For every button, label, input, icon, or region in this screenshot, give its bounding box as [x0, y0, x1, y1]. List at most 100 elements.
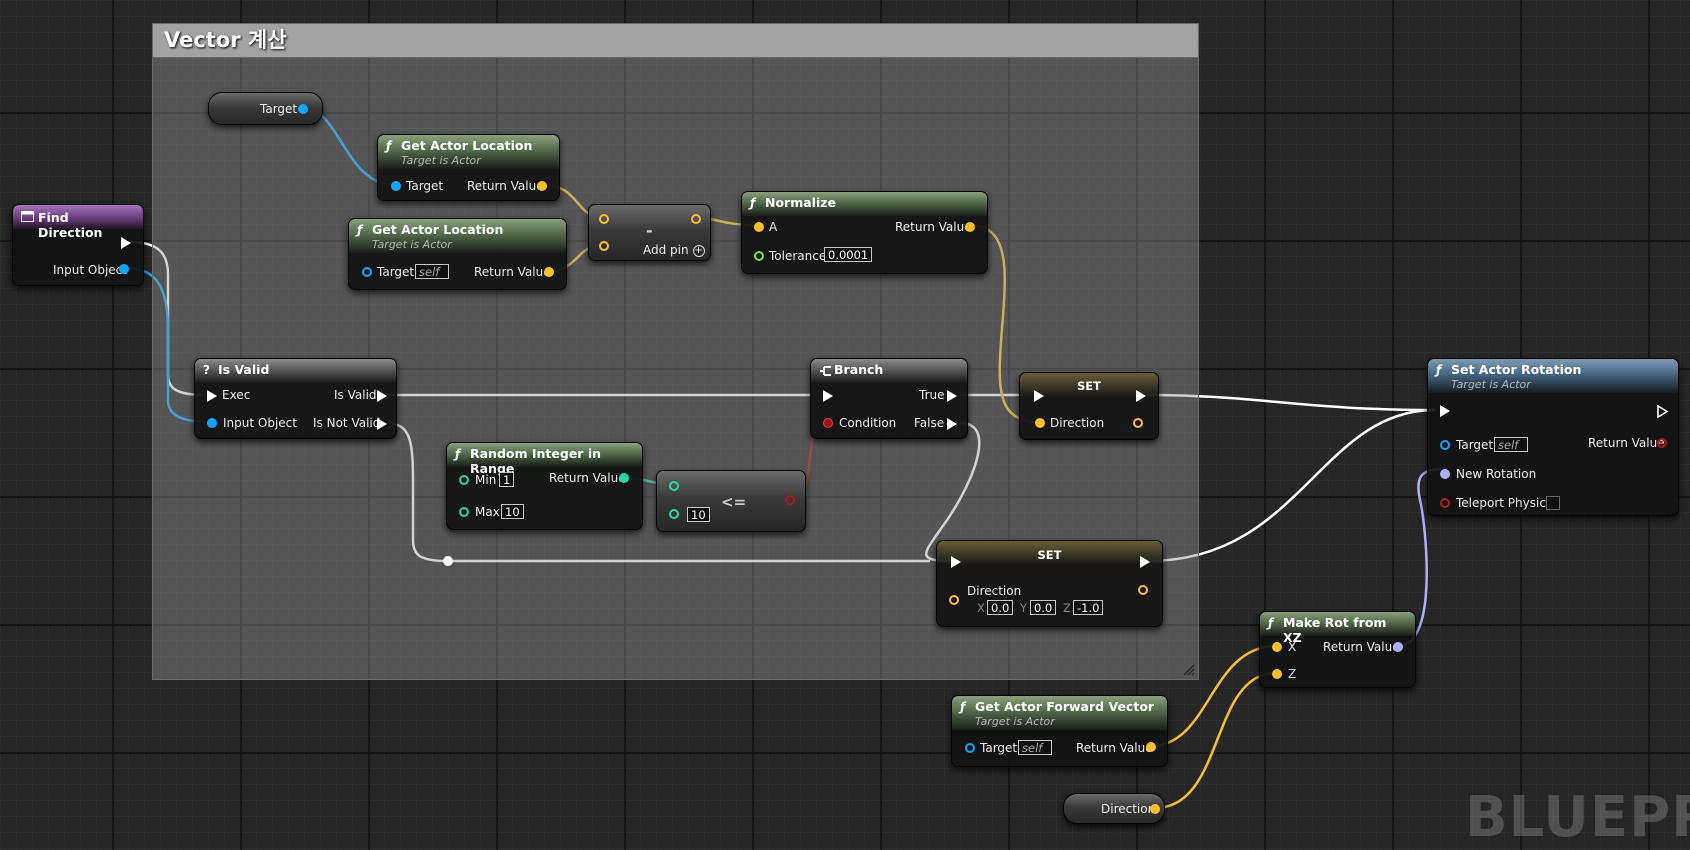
node-title: Branch: [834, 362, 884, 377]
node-less-equal[interactable]: 10 <=: [656, 470, 806, 532]
node-subtitle: Target is Actor: [401, 154, 481, 167]
less-equal-symbol: <=: [721, 493, 747, 511]
direction-out-pin[interactable]: [1138, 585, 1148, 595]
return-value-pin[interactable]: [537, 181, 547, 191]
return-value-pin[interactable]: [1393, 642, 1403, 652]
exec-out-pin[interactable]: [121, 237, 131, 249]
function-entry-icon: [21, 211, 34, 222]
target-label: Target: [406, 179, 444, 193]
resize-handle-icon[interactable]: [1183, 664, 1195, 676]
condition-pin[interactable]: [823, 418, 833, 428]
node-direction-variable[interactable]: Direction: [1063, 793, 1165, 824]
return-value-pin[interactable]: [544, 267, 554, 277]
return-pin[interactable]: [691, 214, 701, 224]
return-pin[interactable]: [785, 495, 795, 505]
node-branch[interactable]: Branch True Condition False: [810, 358, 968, 439]
exec-in-pin[interactable]: [1034, 390, 1044, 402]
return-value-pin[interactable]: [1146, 742, 1156, 752]
b-pin[interactable]: [669, 509, 679, 519]
node-set-actor-rotation[interactable]: ƒ Set Actor Rotation Target is Actor Tar…: [1427, 358, 1679, 516]
exec-in-pin[interactable]: [207, 390, 217, 402]
target-pin[interactable]: [965, 743, 975, 753]
direction-out-pin[interactable]: [1133, 418, 1143, 428]
tolerance-field[interactable]: 0.0001: [824, 247, 873, 262]
new-rotation-pin[interactable]: [1440, 469, 1450, 479]
return-value-label: Return Value: [895, 220, 972, 234]
true-exec-pin[interactable]: [947, 390, 957, 402]
return-value-pin[interactable]: [619, 473, 629, 483]
exec-out-pin[interactable]: [1136, 390, 1146, 402]
node-subtract[interactable]: - Add pin +: [588, 204, 711, 261]
max-pin[interactable]: [459, 507, 469, 517]
target-pin[interactable]: [391, 181, 401, 191]
x-axis-label: X: [977, 601, 985, 615]
input-object-pin[interactable]: [119, 264, 129, 274]
direction-label: Direction: [967, 584, 1022, 598]
exec-in-pin[interactable]: [1440, 405, 1450, 417]
a-pin[interactable]: [599, 214, 609, 224]
b-pin[interactable]: [599, 241, 609, 251]
node-subtitle: Target is Actor: [372, 238, 452, 251]
node-get-actor-location-1[interactable]: ƒ Get Actor Location Target is Actor Tar…: [377, 134, 560, 201]
exec-out-pin[interactable]: [1657, 405, 1669, 418]
min-label: Min: [475, 473, 497, 487]
function-icon: ƒ: [1436, 363, 1442, 377]
b-field[interactable]: 10: [687, 507, 710, 522]
add-pin-button[interactable]: Add pin +: [643, 243, 705, 257]
input-object-pin[interactable]: [207, 418, 217, 428]
is-not-valid-exec-pin[interactable]: [377, 418, 387, 430]
a-pin[interactable]: [754, 222, 764, 232]
tolerance-label: Tolerance: [769, 249, 827, 263]
target-self-field[interactable]: self: [415, 264, 449, 279]
node-target-variable[interactable]: Target: [208, 92, 323, 125]
min-pin[interactable]: [459, 475, 469, 485]
question-icon: ?: [203, 363, 210, 377]
blueprint-watermark: BLUEPRI: [1465, 785, 1690, 850]
node-normalize[interactable]: ƒ Normalize A Return Value Tolerance 0.0…: [741, 191, 988, 274]
teleport-physics-pin[interactable]: [1440, 498, 1450, 508]
exec-out-pin[interactable]: [1140, 556, 1150, 568]
comment-title[interactable]: Vector 계산: [153, 24, 1198, 58]
return-value-label: Return Value: [1588, 436, 1665, 450]
node-get-actor-location-2[interactable]: ƒ Get Actor Location Target is Actor Tar…: [348, 218, 567, 290]
tolerance-pin[interactable]: [754, 251, 764, 261]
node-title: Get Actor Forward Vector: [975, 699, 1155, 714]
node-set-direction-1[interactable]: SET Direction: [1019, 372, 1159, 440]
node-find-direction[interactable]: Find Direction Input Object: [12, 204, 144, 286]
target-pin[interactable]: [1440, 440, 1450, 450]
x-pin[interactable]: [1272, 642, 1282, 652]
teleport-physics-checkbox[interactable]: [1546, 496, 1560, 510]
direction-in-pin[interactable]: [1035, 418, 1045, 428]
z-pin[interactable]: [1272, 669, 1282, 679]
false-label: False: [914, 416, 945, 430]
x-field[interactable]: 0.0: [987, 600, 1014, 615]
direction-in-pin[interactable]: [949, 595, 959, 605]
return-value-label: Return Value: [549, 471, 626, 485]
target-pin[interactable]: [362, 267, 372, 277]
return-value-pin[interactable]: [1657, 438, 1667, 448]
node-get-actor-forward-vector[interactable]: ƒ Get Actor Forward Vector Target is Act…: [951, 695, 1168, 767]
exec-in-pin[interactable]: [823, 390, 833, 402]
target-self-field[interactable]: self: [1494, 437, 1528, 452]
node-make-rot-from-xz[interactable]: ƒ Make Rot from XZ X Return Value Z: [1259, 611, 1416, 688]
return-value-pin[interactable]: [965, 222, 975, 232]
min-field[interactable]: 1: [499, 472, 515, 487]
direction-label: Direction: [1101, 802, 1156, 816]
target-self-field[interactable]: self: [1018, 740, 1052, 755]
node-is-valid[interactable]: ? Is Valid Exec Is Valid Input Object Is…: [194, 358, 397, 439]
target-label: Target: [1456, 438, 1494, 452]
exec-in-pin[interactable]: [951, 556, 961, 568]
is-not-valid-label: Is Not Valid: [313, 416, 381, 430]
y-field[interactable]: 0.0: [1030, 600, 1057, 615]
a-pin[interactable]: [669, 481, 679, 491]
node-set-direction-2[interactable]: SET Direction X 0.0 Y 0.0 Z -1.0: [936, 540, 1163, 627]
max-field[interactable]: 10: [501, 504, 524, 519]
target-out-pin[interactable]: [298, 104, 308, 114]
is-valid-exec-pin[interactable]: [377, 390, 387, 402]
z-field[interactable]: -1.0: [1073, 600, 1104, 615]
condition-label: Condition: [839, 416, 897, 430]
direction-out-pin[interactable]: [1150, 804, 1160, 814]
node-random-integer[interactable]: ƒ Random Integer in Range Min 1 Return V…: [446, 442, 643, 530]
reroute-knot[interactable]: [443, 556, 453, 566]
false-exec-pin[interactable]: [947, 418, 957, 430]
